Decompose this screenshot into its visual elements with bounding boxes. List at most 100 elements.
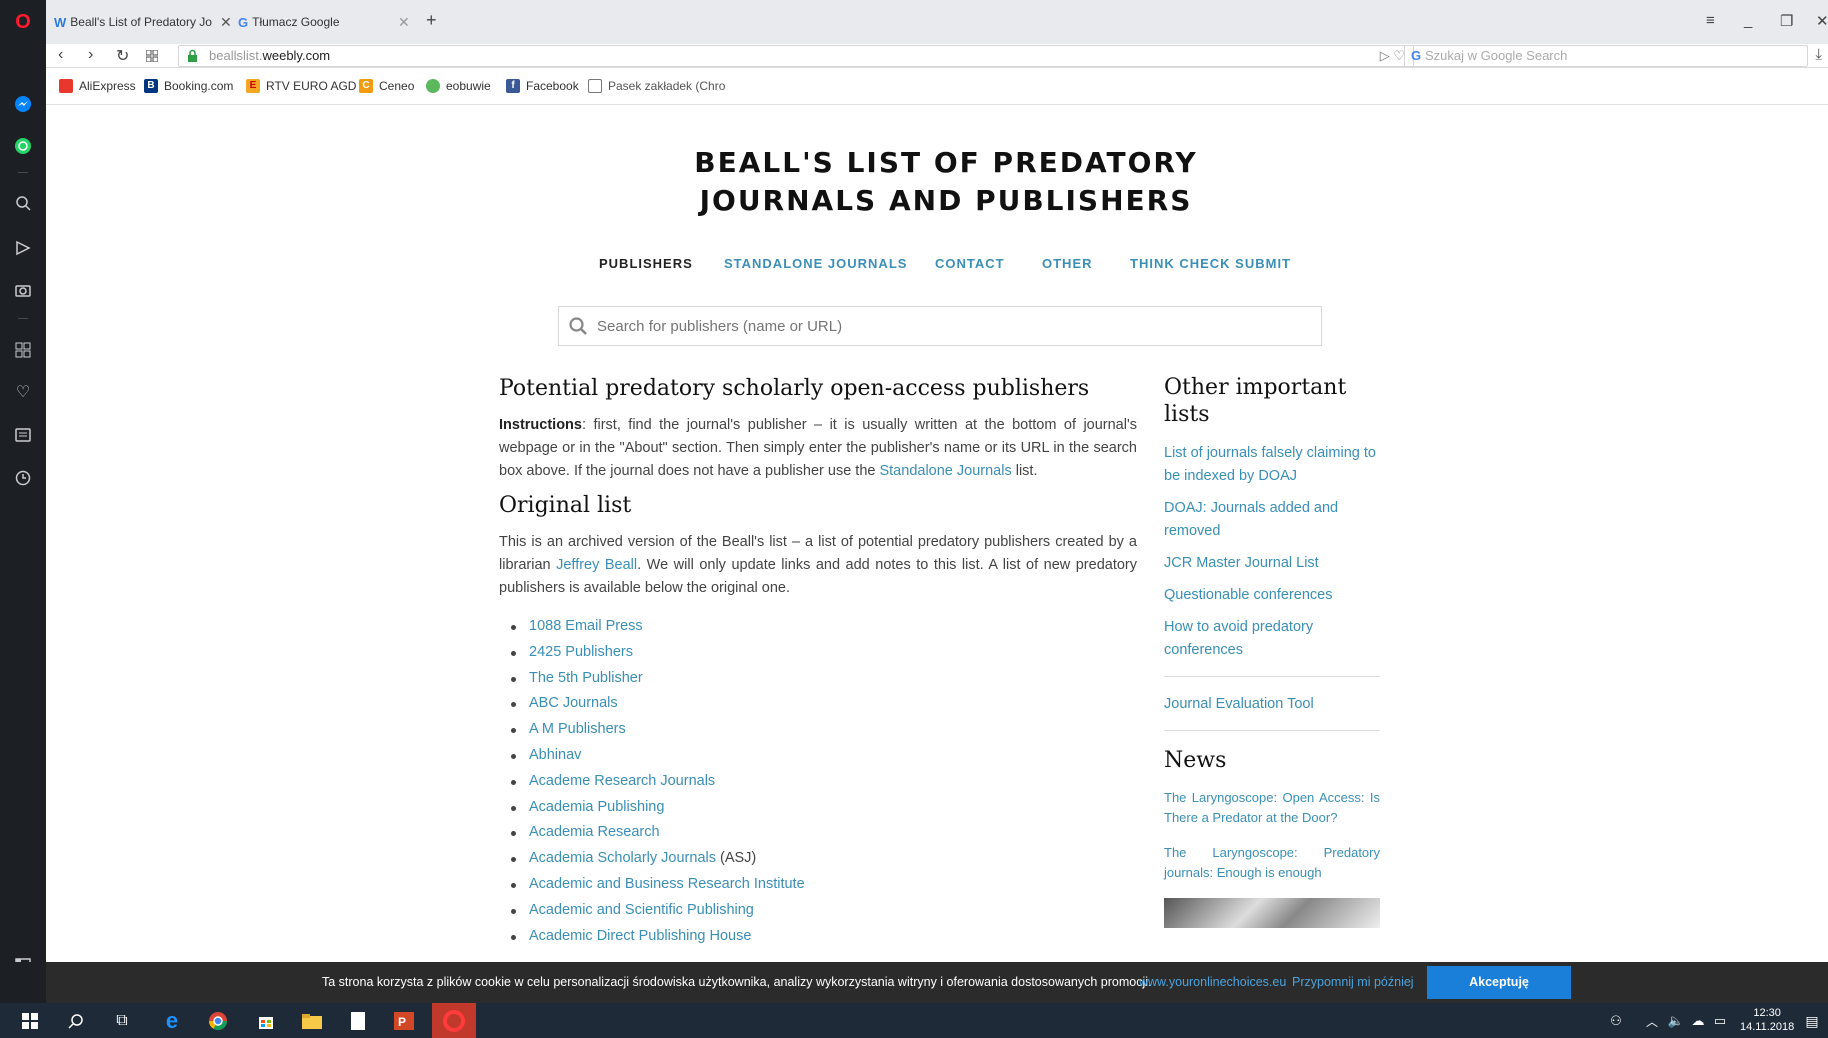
- nav-contact[interactable]: CONTACT: [935, 256, 1005, 271]
- download-icon[interactable]: ⤓: [1815, 46, 1822, 63]
- nav-standalone-journals[interactable]: STANDALONE JOURNALS: [724, 256, 907, 271]
- doaj-false-claims-link[interactable]: List of journals falsely claiming to be …: [1164, 442, 1380, 488]
- tabs-grid-icon[interactable]: [145, 49, 159, 67]
- edge-icon[interactable]: e: [160, 1008, 184, 1033]
- history-icon[interactable]: [11, 466, 35, 490]
- battery-icon[interactable]: ▭: [1708, 1009, 1732, 1033]
- publisher-note: (ASJ): [715, 850, 757, 867]
- volume-icon[interactable]: 🔈: [1664, 1009, 1688, 1033]
- questionable-conferences-link[interactable]: Questionable conferences: [1164, 584, 1380, 607]
- publisher-search-input[interactable]: [597, 307, 1297, 345]
- avoid-predatory-conferences-link[interactable]: How to avoid predatory conferences: [1164, 616, 1380, 662]
- jcr-master-list-link[interactable]: JCR Master Journal List: [1164, 552, 1380, 575]
- publisher-link[interactable]: ABC Journals: [529, 695, 618, 711]
- news-item[interactable]: The Laryngoscope: Predatory journals: En…: [1164, 843, 1380, 883]
- main-content: Potential predatory scholarly open-acces…: [499, 374, 1137, 949]
- tab-bealls-list[interactable]: W Beall's List of Predatory Jo ✕: [54, 10, 234, 34]
- opera-taskbar-icon[interactable]: [432, 1003, 476, 1038]
- publisher-link[interactable]: Abhinav: [529, 747, 581, 763]
- close-tab-icon[interactable]: ✕: [220, 14, 232, 31]
- file-explorer-icon[interactable]: [300, 1009, 324, 1033]
- minimize-icon[interactable]: _: [1744, 12, 1752, 29]
- publisher-link[interactable]: A M Publishers: [529, 721, 626, 737]
- restore-icon[interactable]: ❐: [1780, 12, 1793, 30]
- notifications-icon[interactable]: ▤: [1800, 1009, 1824, 1033]
- standalone-journals-link[interactable]: Standalone Journals: [879, 463, 1011, 479]
- search-icon[interactable]: [11, 191, 35, 215]
- people-icon[interactable]: ⚇: [1604, 1009, 1628, 1033]
- folder-icon: [588, 79, 602, 93]
- divider: [1164, 676, 1380, 677]
- close-tab-icon[interactable]: ✕: [398, 14, 410, 31]
- publisher-list: 1088 Email Press 2425 Publishers The 5th P…: [499, 614, 1137, 949]
- news-item[interactable]: The Laryngoscope: Open Access: Is There …: [1164, 788, 1380, 828]
- camera-icon[interactable]: [11, 278, 35, 302]
- tab-menu-icon[interactable]: ≡: [1706, 12, 1715, 29]
- speed-dial-icon[interactable]: [11, 338, 35, 362]
- news-icon[interactable]: [11, 423, 35, 447]
- jeffrey-beall-link[interactable]: Jeffrey Beall: [556, 557, 637, 573]
- publisher-link[interactable]: Academic and Business Research Institute: [529, 876, 805, 892]
- instructions-text-end: list.: [1011, 463, 1038, 479]
- store-icon[interactable]: [254, 1009, 278, 1033]
- system-clock[interactable]: 12:30 14.11.2018: [1740, 1006, 1794, 1034]
- publisher-list-item: Academia Scholarly Journals (ASJ): [511, 846, 1137, 872]
- publisher-link[interactable]: Academic and Scientific Publishing: [529, 902, 754, 918]
- site-title[interactable]: BEALL'S LIST OF PREDATORY JOURNALS AND P…: [546, 144, 1346, 220]
- new-tab-icon[interactable]: +: [426, 10, 437, 31]
- document-icon[interactable]: [346, 1009, 370, 1033]
- chrome-icon[interactable]: [206, 1009, 230, 1033]
- nav-think-check-submit[interactable]: THINK CHECK SUBMIT: [1130, 256, 1291, 271]
- nav-publishers[interactable]: PUBLISHERS: [599, 256, 693, 271]
- onedrive-icon[interactable]: ☁: [1686, 1009, 1710, 1033]
- web-page: BEALL'S LIST OF PREDATORY JOURNALS AND P…: [46, 106, 1828, 962]
- youronlinechoices-link[interactable]: www.youronlinechoices.eu: [1139, 975, 1286, 989]
- powerpoint-icon[interactable]: P: [392, 1009, 416, 1033]
- tab-google-translate[interactable]: G Tłumacz Google ✕: [238, 10, 424, 34]
- publisher-link[interactable]: Academe Research Journals: [529, 773, 715, 789]
- send-icon[interactable]: [11, 236, 35, 260]
- nav-other[interactable]: OTHER: [1042, 256, 1093, 271]
- bookmark-label: eobuwie: [446, 79, 491, 93]
- heart-icon[interactable]: ♡: [11, 380, 35, 404]
- publisher-link[interactable]: Academia Research: [529, 824, 660, 840]
- original-list-heading: Original list: [499, 493, 632, 518]
- reload-icon[interactable]: ↻: [116, 46, 129, 66]
- messenger-icon[interactable]: [11, 92, 35, 116]
- bookmark-booking[interactable]: B Booking.com: [144, 79, 233, 93]
- address-row: ‹ › ↻ beallslist.weebly.com ▷ ♡ G Szukaj…: [46, 44, 1828, 68]
- tray-chevron-icon[interactable]: ︿: [1640, 1009, 1664, 1033]
- publisher-link[interactable]: 2425 Publishers: [529, 644, 633, 660]
- opera-logo-icon[interactable]: O: [11, 10, 35, 34]
- publisher-list-item: 1088 Email Press: [511, 614, 1137, 640]
- whatsapp-icon[interactable]: [11, 134, 35, 158]
- close-window-icon[interactable]: ✕: [1816, 12, 1828, 30]
- bookmark-facebook[interactable]: f Facebook: [506, 79, 579, 93]
- remind-later-link[interactable]: Przypomnij mi później: [1292, 975, 1414, 989]
- opera-sidebar: O ♡: [0, 0, 46, 1003]
- flow-send-icon[interactable]: ▷: [1380, 48, 1390, 63]
- address-bar[interactable]: beallslist.weebly.com ▷ ♡: [178, 45, 1414, 67]
- journal-evaluation-tool-link[interactable]: Journal Evaluation Tool: [1164, 693, 1380, 716]
- task-view-icon[interactable]: ⧉: [110, 1009, 134, 1033]
- bookmark-rtv-euro-agd[interactable]: E RTV EURO AGD: [246, 79, 356, 93]
- search-icon[interactable]: [64, 1009, 88, 1033]
- clock-time: 12:30: [1753, 1007, 1781, 1019]
- publisher-link[interactable]: Academia Scholarly Journals: [529, 850, 716, 866]
- publisher-link[interactable]: Academic Direct Publishing House: [529, 928, 751, 944]
- google-search-field[interactable]: G Szukaj w Google Search: [1404, 45, 1808, 67]
- accept-cookies-button[interactable]: Akceptuję: [1427, 966, 1571, 999]
- news-thumbnail-image[interactable]: [1164, 898, 1380, 928]
- publisher-list-item: ABC Journals: [511, 691, 1137, 717]
- windows-start-icon[interactable]: [18, 1009, 42, 1033]
- bookmark-folder[interactable]: Pasek zakładek (Chro: [588, 79, 725, 93]
- publisher-link[interactable]: 1088 Email Press: [529, 618, 643, 634]
- bookmark-aliexpress[interactable]: AliExpress: [59, 79, 136, 93]
- doaj-added-removed-link[interactable]: DOAJ: Journals added and removed: [1164, 497, 1380, 543]
- bookmark-eobuwie[interactable]: eobuwie: [426, 79, 491, 93]
- back-icon[interactable]: ‹: [58, 46, 63, 64]
- publisher-link[interactable]: Academia Publishing: [529, 799, 664, 815]
- forward-icon[interactable]: ›: [88, 46, 93, 64]
- bookmark-ceneo[interactable]: C Ceneo: [359, 79, 414, 93]
- publisher-link[interactable]: The 5th Publisher: [529, 670, 643, 686]
